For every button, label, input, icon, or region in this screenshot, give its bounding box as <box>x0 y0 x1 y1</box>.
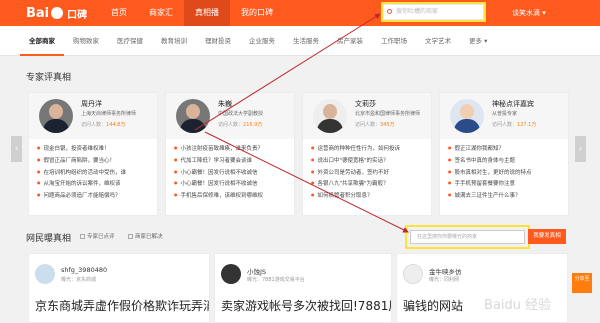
annotation-arrow-top <box>194 13 381 131</box>
annotation-arrows <box>194 13 409 233</box>
annotation-arrow-bottom <box>204 131 409 233</box>
